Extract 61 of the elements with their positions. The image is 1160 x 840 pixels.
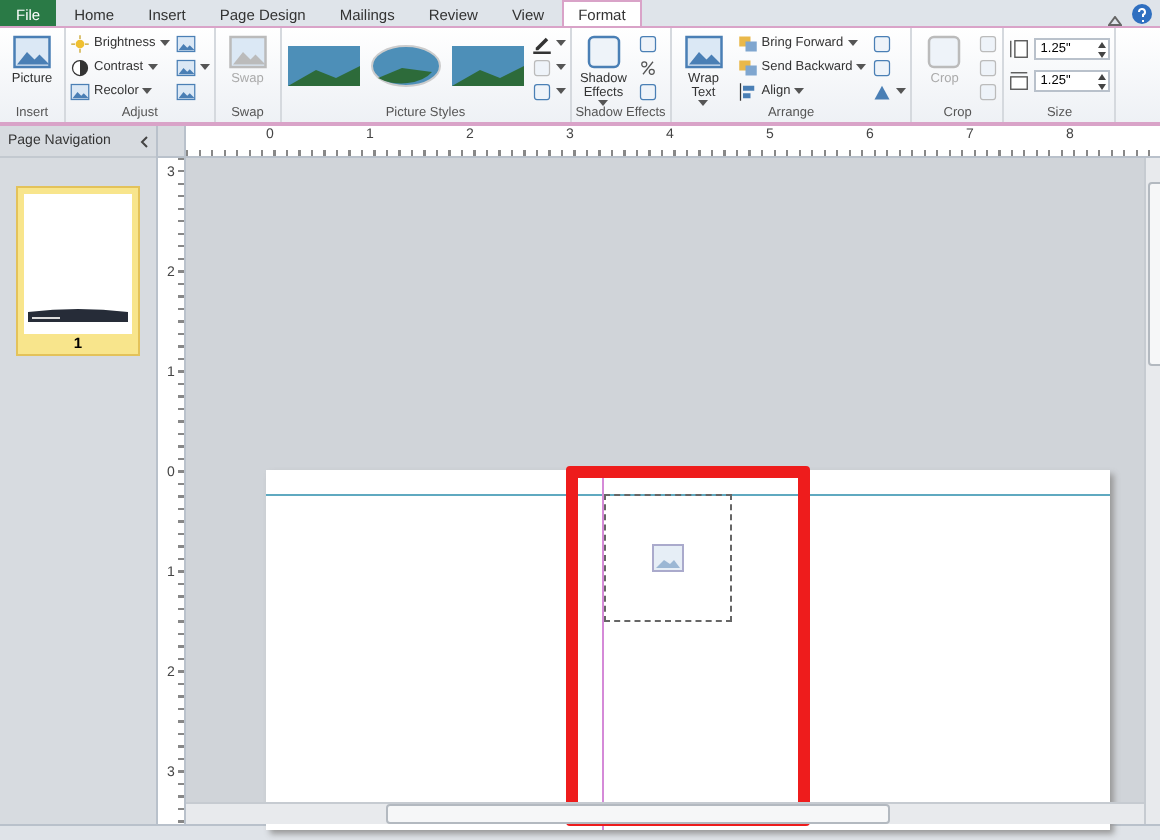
caret-icon	[142, 88, 153, 94]
picture-icon	[227, 32, 268, 72]
square-icon	[531, 81, 552, 101]
triangle-icon	[872, 81, 893, 101]
caret-icon	[847, 40, 858, 46]
caret-icon	[147, 64, 158, 70]
ribbon-icon-button[interactable]	[531, 32, 566, 54]
picture-icon	[175, 57, 196, 77]
page-preview-drawing	[24, 306, 132, 322]
picture-style-icon	[285, 44, 362, 88]
caret-icon	[856, 64, 867, 70]
sun-icon	[70, 33, 90, 53]
caret-icon	[794, 88, 805, 94]
ribbon-icon-button[interactable]	[175, 56, 210, 78]
picture-style-option[interactable]	[367, 44, 444, 88]
ribbon-icon-button[interactable]	[531, 80, 566, 102]
caret-icon	[555, 64, 566, 70]
picture-placeholder-icon	[652, 544, 684, 572]
picture-icon	[175, 81, 196, 101]
picture-icon	[683, 32, 724, 72]
pen-icon	[531, 33, 552, 53]
square-icon	[978, 57, 999, 77]
contrast-icon	[70, 57, 90, 77]
picture-icon	[70, 81, 90, 101]
spinner-icon	[1098, 73, 1107, 89]
picture-style-icon	[367, 44, 444, 88]
square-icon	[637, 81, 658, 101]
caret-icon	[199, 64, 210, 70]
square-icon	[637, 33, 658, 53]
vertical-scrollbar[interactable]	[1144, 158, 1160, 824]
square-icon	[583, 32, 624, 72]
caret-icon	[698, 100, 709, 106]
square-icon	[872, 33, 893, 53]
picture-style-icon	[449, 44, 526, 88]
caret-icon	[555, 88, 566, 94]
caret-icon	[598, 100, 609, 106]
align-icon	[737, 81, 758, 101]
caret-icon	[896, 88, 907, 94]
square-icon	[872, 57, 893, 77]
layers-icon	[737, 33, 758, 53]
picture-style-option[interactable]	[285, 44, 362, 88]
percent-icon	[637, 57, 658, 77]
collapse-ribbon-icon[interactable]	[1108, 16, 1122, 26]
height-icon	[1008, 38, 1031, 60]
picture-style-option[interactable]	[449, 44, 526, 88]
picture-frame[interactable]	[604, 494, 732, 622]
caret-icon	[555, 40, 566, 46]
collapse-panel-icon[interactable]	[140, 135, 148, 147]
spinner-icon	[1098, 41, 1107, 57]
picture-icon	[12, 32, 52, 72]
width-icon	[1008, 70, 1031, 92]
caret-icon	[159, 40, 170, 46]
picture-icon	[175, 33, 196, 53]
square-icon	[978, 33, 999, 53]
layers-icon	[737, 57, 758, 77]
horizontal-scrollbar[interactable]	[186, 802, 1144, 824]
help-icon[interactable]	[1132, 4, 1152, 24]
square-icon	[924, 32, 965, 72]
ribbon-icon-button[interactable]	[637, 56, 658, 78]
square-icon	[978, 81, 999, 101]
square-icon	[531, 57, 552, 77]
